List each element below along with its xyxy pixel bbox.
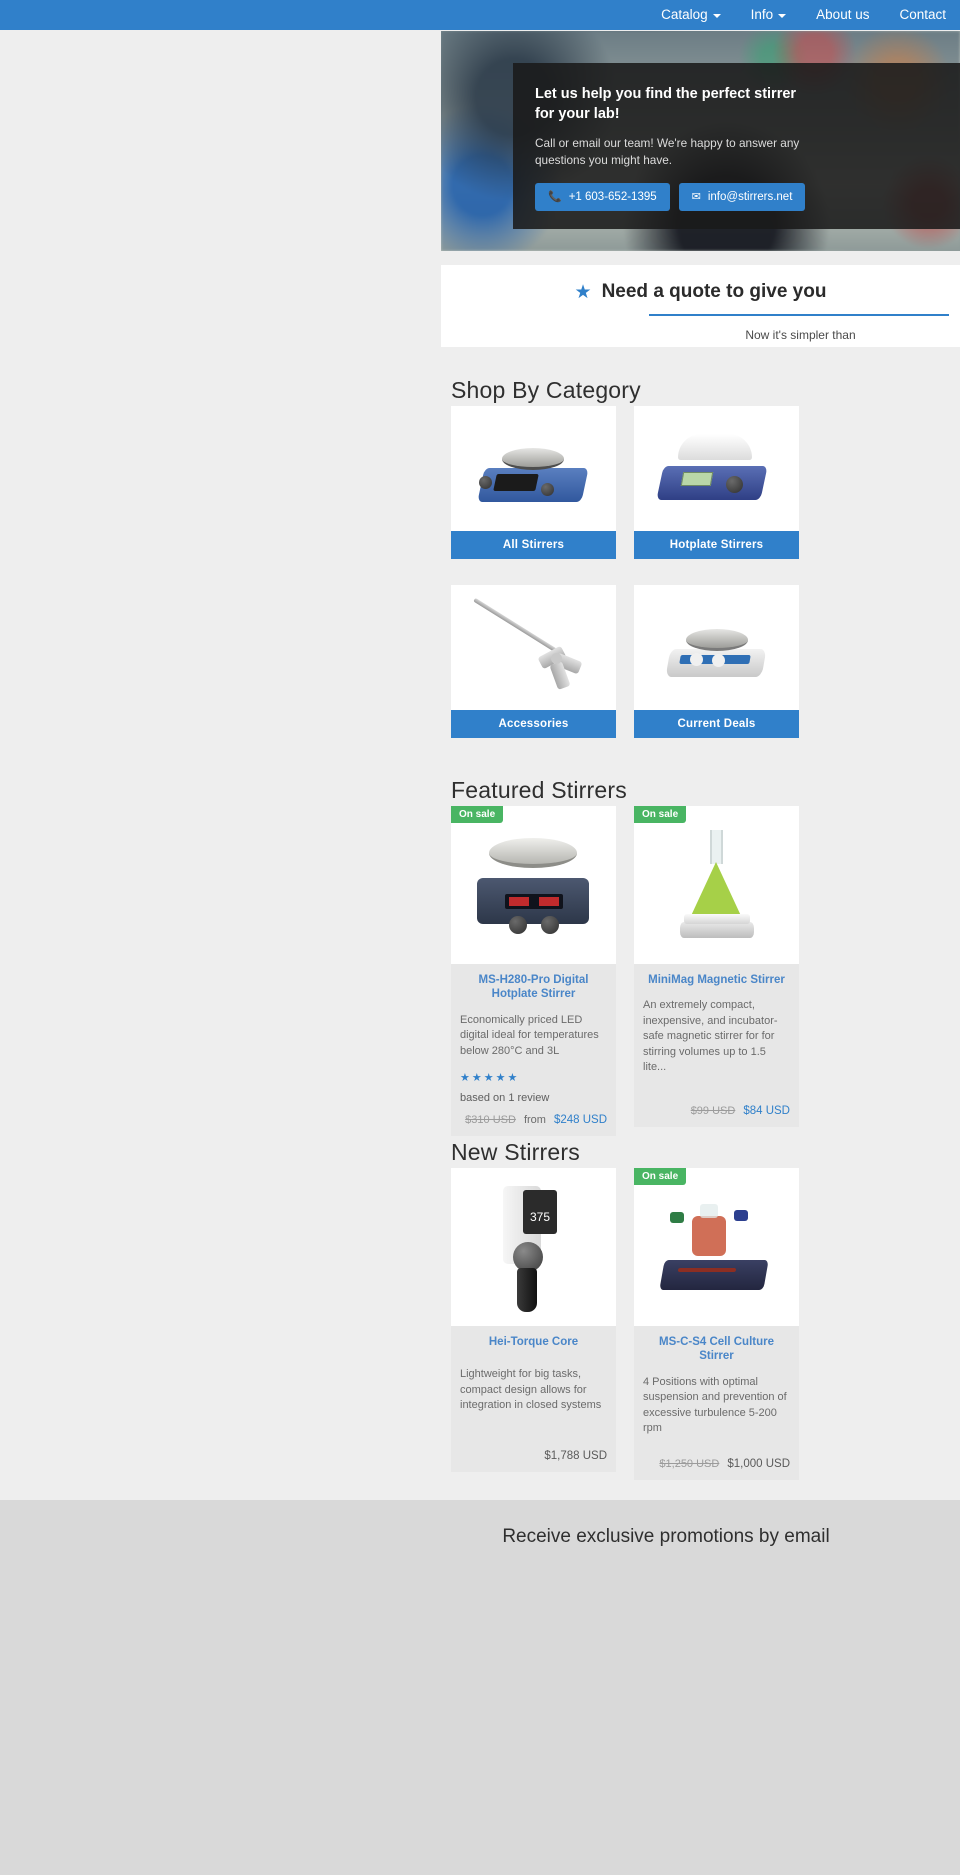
section-title-shop-by-category: Shop By Category [451,377,641,403]
footer: Receive exclusive promotions by email [0,1500,960,1875]
email-button[interactable]: ✉ info@stirrers.net [678,183,806,212]
product-price-row: $1,250 USD $1,000 USD [643,1458,790,1470]
price-current: $1,788 USD [544,1449,607,1462]
product-price-row: $1,788 USD [460,1450,607,1462]
quote-banner-heading-row: ★ Need a quote to give you [441,265,960,303]
nav-item-label: Catalog [661,7,708,22]
footer-title: Receive exclusive promotions by email [502,1526,830,1547]
quote-banner-title: Need a quote to give you [601,281,827,302]
category-thumbnail [634,585,799,710]
envelope-icon: ✉ [691,190,701,203]
product-card[interactable]: On sale MS-C-S4 Cell Culture Stirrer 4 P… [634,1168,799,1481]
product-price-row: $310 USD from $248 USD [460,1114,607,1126]
category-card-all-stirrers[interactable]: All Stirrers [451,406,616,559]
email-label: info@stirrers.net [707,191,793,204]
product-body: Hei-Torque Core Lightweight for big task… [451,1326,616,1472]
quote-banner-divider [649,314,949,316]
product-body: MiniMag Magnetic Stirrer An extremely co… [634,964,799,1127]
nav-item-label: About us [816,7,870,22]
product-price-row: $99 USD $84 USD [643,1105,790,1117]
price-current: $84 USD [743,1105,790,1118]
phone-label: +1 603-652-1395 [568,191,657,204]
nav-item-label: Info [750,7,774,22]
category-thumbnail [451,406,616,531]
product-title-link[interactable]: Hei-Torque Core [460,1335,607,1349]
category-link-label[interactable]: All Stirrers [451,531,616,559]
category-thumbnail [451,585,616,710]
hero-headline: Let us help you find the perfect stirrer… [535,86,797,122]
price-original: $310 USD [465,1113,516,1126]
hero-cta-group: 📞 +1 603-652-1395 ✉ info@stirrers.net [535,183,938,212]
category-thumbnail [634,406,799,531]
hero-callout-panel: Let us help you find the perfect stirrer… [513,63,960,229]
quote-banner: ★ Need a quote to give you Now it's simp… [441,265,960,347]
category-link-label[interactable]: Current Deals [634,710,799,738]
status-badge: On sale [451,806,504,823]
page-root: Catalog Info About us Contact Let us hel… [0,0,960,1875]
section-title-new-stirrers: New Stirrers [451,1139,580,1165]
nav-item-label: Contact [899,7,946,22]
category-card-hotplate-stirrers[interactable]: Hotplate Stirrers [634,406,799,559]
main-nav: Catalog Info About us Contact [661,0,960,30]
product-card[interactable]: On sale MiniMag Magnetic Stirrer An extr… [634,806,799,1128]
product-description: Economically priced LED digital ideal fo… [460,1013,599,1057]
category-link-label[interactable]: Hotplate Stirrers [634,531,799,559]
product-card[interactable]: 375 Hei-Torque Core Lightweight for big … [451,1168,616,1472]
section-title-featured-stirrers: Featured Stirrers [451,777,627,803]
price-original: $99 USD [690,1105,736,1118]
product-image: On sale [634,806,799,964]
call-phone-button[interactable]: 📞 +1 603-652-1395 [535,183,670,212]
product-description: 4 Positions with optimal suspension and … [643,1375,787,1434]
top-navigation-bar: Catalog Info About us Contact [0,0,960,30]
chevron-down-icon [778,14,787,18]
category-link-label[interactable]: Accessories [451,710,616,738]
phone-icon: 📞 [548,190,562,203]
category-card-accessories[interactable]: Accessories [451,585,616,738]
product-card[interactable]: On sale MS-H280-Pro Digital Hotplate Sti… [451,806,616,1136]
product-title-link[interactable]: MiniMag Magnetic Stirrer [643,973,790,987]
product-title-link[interactable]: MS-C-S4 Cell Culture Stirrer [643,1335,790,1364]
category-card-current-deals[interactable]: Current Deals [634,585,799,738]
nav-item-info[interactable]: Info [751,0,787,30]
price-current: $1,000 USD [727,1458,790,1471]
star-rating-icon: ★★★★★ [460,1071,520,1084]
price-current: $248 USD [553,1113,607,1126]
product-body: MS-C-S4 Cell Culture Stirrer 4 Positions… [634,1326,799,1480]
product-rating: ★★★★★ based on 1 review [460,1071,607,1104]
product-body: MS-H280-Pro Digital Hotplate Stirrer Eco… [451,964,616,1136]
hero-banner: Let us help you find the perfect stirrer… [441,31,960,251]
nav-item-about-us[interactable]: About us [816,0,869,30]
chevron-down-icon [712,14,721,18]
product-description: An extremely compact, inexpensive, and i… [643,999,778,1073]
price-original: $1,250 USD [659,1458,720,1471]
product-image: 375 [451,1168,616,1326]
product-image: On sale [451,806,616,964]
status-badge: On sale [634,1168,687,1185]
product-title-link[interactable]: MS-H280-Pro Digital Hotplate Stirrer [460,973,607,1002]
status-badge: On sale [634,806,687,823]
quote-banner-subtitle: Now it's simpler than [745,328,856,342]
nav-item-contact[interactable]: Contact [899,0,946,30]
product-image: On sale [634,1168,799,1326]
review-count-text: based on 1 review [460,1091,550,1104]
product-description: Lightweight for big tasks, compact desig… [460,1368,602,1412]
hero-subtext: Call or email our team! We're happy to a… [535,136,800,168]
price-prefix: from [523,1113,546,1126]
nav-item-catalog[interactable]: Catalog [661,0,721,30]
star-icon: ★ [574,281,592,303]
